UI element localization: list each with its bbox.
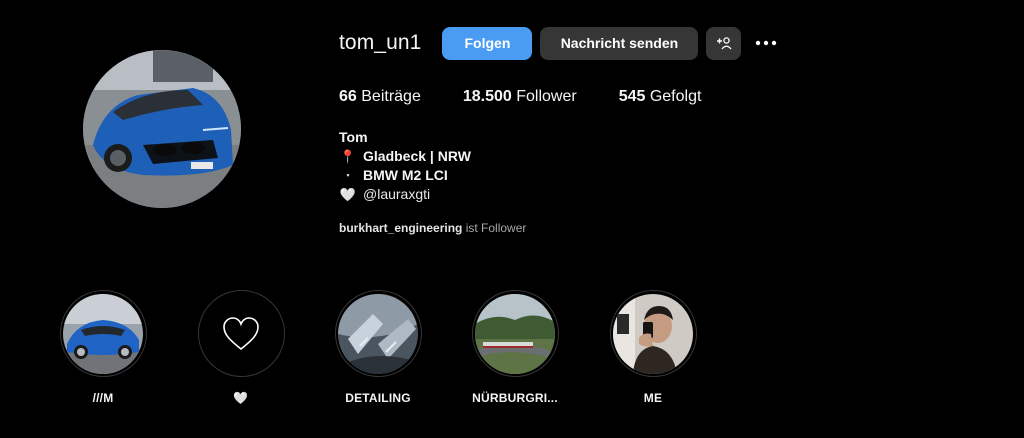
highlight-selfie-image xyxy=(613,293,693,374)
white-heart-icon: 🤍 xyxy=(339,187,357,202)
posts-label: Beiträge xyxy=(356,88,421,105)
highlight-cover[interactable] xyxy=(197,290,285,377)
following-count: 545 xyxy=(618,88,646,105)
profile-bio: Tom 📍 Gladbeck | NRW ▪ BMW M2 LCI 🤍 @lau… xyxy=(339,128,471,204)
highlight-label: ///M xyxy=(92,391,114,405)
highlight-item[interactable]: 🤍 xyxy=(181,290,301,405)
more-options-button[interactable] xyxy=(754,31,778,55)
bio-car: BMW M2 LCI xyxy=(363,167,448,183)
story-highlights: ///M 🤍 DETAILING NÜRBURGRI... ME xyxy=(0,290,1024,420)
followers-label: Follower xyxy=(511,88,577,105)
followers-count: 18.500 xyxy=(462,88,512,105)
profile-avatar[interactable] xyxy=(83,50,241,208)
highlight-cover[interactable] xyxy=(334,290,422,377)
display-name: Tom xyxy=(339,129,368,145)
bio-location: Gladbeck | NRW xyxy=(363,148,471,164)
highlight-item[interactable]: ME xyxy=(593,290,713,405)
highlight-cover[interactable] xyxy=(609,290,697,377)
bio-mention-link[interactable]: @lauraxgti xyxy=(363,185,430,204)
highlight-label: NÜRBURGRI... xyxy=(472,391,558,405)
followed-by-suffix: ist Follower xyxy=(462,221,527,235)
highlight-item[interactable]: NÜRBURGRI... xyxy=(455,290,575,405)
send-message-button[interactable]: Nachricht senden xyxy=(540,26,699,60)
highlight-cover[interactable] xyxy=(471,290,559,377)
profile-header-row: tom_un1 Folgen Nachricht senden xyxy=(339,26,778,60)
heart-outline-icon xyxy=(223,316,259,350)
highlight-label: DETAILING xyxy=(345,391,411,405)
bio-line-location: 📍 Gladbeck | NRW xyxy=(339,147,471,166)
pin-icon: 📍 xyxy=(339,149,357,164)
followed-by-account: burkhart_engineering xyxy=(339,221,463,235)
highlight-item[interactable]: DETAILING xyxy=(318,290,438,405)
highlight-item[interactable]: ///M xyxy=(43,290,163,405)
follow-button[interactable]: Folgen xyxy=(442,26,533,60)
bio-line-car: ▪ BMW M2 LCI xyxy=(339,166,471,185)
highlight-detailing-image xyxy=(338,293,418,374)
bio-line-mention: 🤍 @lauraxgti xyxy=(339,185,471,204)
add-user-icon xyxy=(716,37,732,50)
posts-count: 66 xyxy=(339,88,357,105)
more-options-icon xyxy=(756,40,777,46)
square-icon: ▪ xyxy=(346,170,350,180)
avatar-car-image xyxy=(83,50,241,208)
followers-stat[interactable]: 18.500 Follower xyxy=(463,88,577,106)
followed-by-line[interactable]: burkhart_engineering ist Follower xyxy=(339,221,526,235)
posts-stat: 66 Beiträge xyxy=(339,88,421,106)
profile-stats: 66 Beiträge 18.500 Follower 545 Gefolgt xyxy=(339,88,743,106)
highlight-car-image xyxy=(63,293,143,374)
highlight-label: ME xyxy=(643,391,663,405)
following-label: Gefolgt xyxy=(645,88,702,105)
highlight-label: 🤍 xyxy=(233,391,249,405)
following-stat[interactable]: 545 Gefolgt xyxy=(619,88,702,106)
highlight-nurburgring-image xyxy=(475,293,555,374)
highlight-cover[interactable] xyxy=(59,290,147,377)
username: tom_un1 xyxy=(339,31,422,54)
suggest-users-button[interactable] xyxy=(706,26,742,60)
